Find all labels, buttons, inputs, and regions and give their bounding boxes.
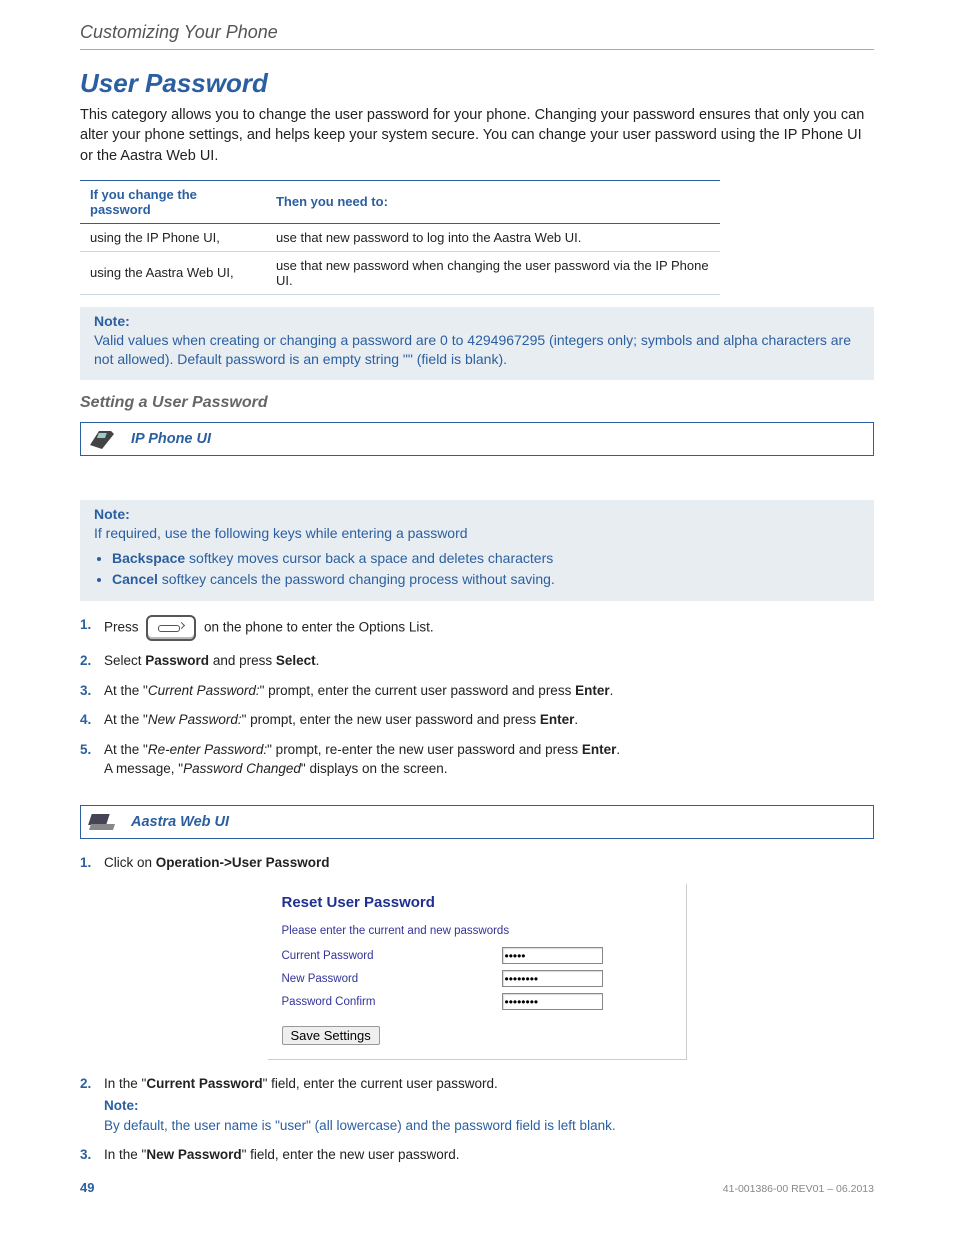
step-text: In the "Current Password" field, enter t… [104, 1074, 874, 1135]
step-number: 2. [80, 651, 96, 671]
step-text: At the "Re-enter Password:" prompt, re-e… [104, 740, 874, 779]
web-steps-post: 2.In the "Current Password" field, enter… [80, 1074, 874, 1164]
password-table: If you change the password Then you need… [80, 180, 720, 295]
section-heading: Setting a User Password [80, 394, 874, 412]
table-cell: using the IP Phone UI, [80, 223, 266, 251]
table-row: using the IP Phone UI, use that new pass… [80, 223, 720, 251]
step-item: 1. Press on the phone to enter the Option… [80, 615, 874, 641]
note-text: Valid values when creating or changing a… [94, 331, 860, 370]
note-bullets: Backspace softkey moves cursor back a sp… [94, 548, 860, 591]
table-cell: use that new password to log into the Aa… [266, 223, 720, 251]
step-number: 1. [80, 615, 96, 641]
table-cell: using the Aastra Web UI, [80, 251, 266, 294]
aastra-web-ui-label: Aastra Web UI [131, 814, 229, 830]
note-title: Note: [94, 313, 860, 329]
note-bullet: Backspace softkey moves cursor back a sp… [112, 548, 860, 570]
step-item: 3. In the "New Password" field, enter the… [80, 1145, 874, 1165]
current-password-label: Current Password [282, 950, 502, 962]
intro-text: This category allows you to change the u… [80, 105, 874, 166]
step-number: 3. [80, 1145, 96, 1165]
step-text: Click on Operation->User Password [104, 853, 874, 873]
password-confirm-input[interactable] [502, 993, 603, 1010]
computer-icon [87, 810, 117, 834]
reset-password-screenshot: Reset User Password Please enter the cur… [268, 884, 687, 1060]
save-settings-button[interactable]: Save Settings [282, 1026, 380, 1045]
ip-phone-ui-bar: IP Phone UI [80, 422, 874, 456]
breadcrumb: Customizing Your Phone [80, 22, 874, 43]
step-item: 4. At the "New Password:" prompt, enter t… [80, 710, 874, 730]
note-text: If required, use the following keys whil… [94, 524, 860, 544]
options-key-icon [146, 615, 196, 641]
note-bullet: Cancel softkey cancels the password chan… [112, 569, 860, 591]
step-text: Press on the phone to enter the Options … [104, 615, 874, 641]
table-header: If you change the password [80, 180, 266, 223]
step-number: 1. [80, 853, 96, 873]
new-password-label: New Password [282, 973, 502, 985]
step-text: At the "New Password:" prompt, enter the… [104, 710, 874, 730]
table-header: Then you need to: [266, 180, 720, 223]
step-item: 3. At the "Current Password:" prompt, ent… [80, 681, 874, 701]
step-text: At the "Current Password:" prompt, enter… [104, 681, 874, 701]
table-row: using the Aastra Web UI, use that new pa… [80, 251, 720, 294]
field-row: Current Password [282, 947, 672, 964]
table-cell: use that new password when changing the … [266, 251, 720, 294]
note-title: Note: [94, 506, 860, 522]
step-number: 4. [80, 710, 96, 730]
step-number: 2. [80, 1074, 96, 1135]
page-number: 49 [80, 1180, 94, 1195]
step-item: 1. Click on Operation->User Password [80, 853, 874, 873]
new-password-input[interactable] [502, 970, 603, 987]
step-item: 2. Select Password and press Select. [80, 651, 874, 671]
inline-note-title: Note: [104, 1096, 874, 1116]
aastra-web-ui-bar: Aastra Web UI [80, 805, 874, 839]
inline-note-text: By default, the user name is "user" (all… [104, 1116, 874, 1136]
step-text: In the "New Password" field, enter the n… [104, 1145, 874, 1165]
step-item: 5.At the "Re-enter Password:" prompt, re… [80, 740, 874, 779]
web-steps-pre: 1. Click on Operation->User Password [80, 853, 874, 873]
screenshot-subtitle: Please enter the current and new passwor… [282, 925, 672, 937]
page-title: User Password [80, 68, 874, 99]
note-box: Note: Valid values when creating or chan… [80, 307, 874, 380]
note-box: Note: If required, use the following key… [80, 500, 874, 601]
divider [80, 49, 874, 50]
password-confirm-label: Password Confirm [282, 996, 502, 1008]
step-item: 2.In the "Current Password" field, enter… [80, 1074, 874, 1135]
page-footer: 49 41-001386-00 REV01 – 06.2013 [80, 1180, 874, 1195]
ip-steps: 1. Press on the phone to enter the Option… [80, 615, 874, 779]
phone-icon [87, 427, 117, 451]
ip-phone-ui-label: IP Phone UI [131, 431, 211, 447]
step-number: 5. [80, 740, 96, 779]
current-password-input[interactable] [502, 947, 603, 964]
field-row: New Password [282, 970, 672, 987]
step-number: 3. [80, 681, 96, 701]
doc-id: 41-001386-00 REV01 – 06.2013 [723, 1183, 874, 1195]
step-text: Select Password and press Select. [104, 651, 874, 671]
screenshot-title: Reset User Password [282, 894, 672, 911]
field-row: Password Confirm [282, 993, 672, 1010]
